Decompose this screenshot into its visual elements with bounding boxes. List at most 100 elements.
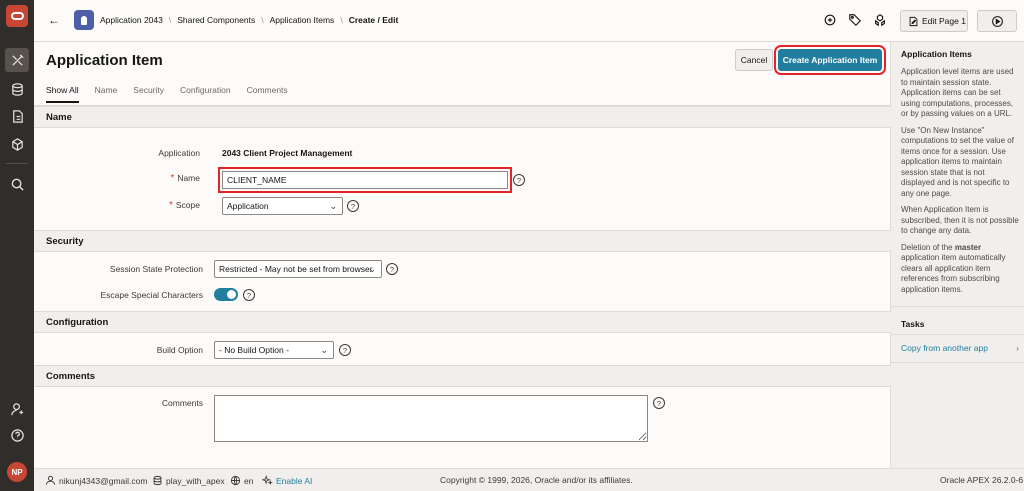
help-paragraph: When Application Item is subscribed, the…	[901, 205, 1019, 235]
scope-label-text: Scope	[175, 200, 200, 210]
section-heading-configuration: Configuration	[34, 311, 891, 333]
footer-workspace[interactable]: play_with_apex	[152, 475, 225, 486]
escape-special-characters-toggle[interactable]	[214, 288, 238, 301]
help-text-fragment: Deletion of the	[901, 242, 955, 252]
tasks-heading: Tasks	[901, 319, 925, 329]
sidebar-heading: Application Items	[901, 49, 972, 59]
breadcrumb-application-items[interactable]: Application Items	[270, 15, 335, 25]
tab-configuration[interactable]: Configuration	[180, 85, 231, 103]
required-marker: *	[168, 200, 173, 211]
footer-workspace-name: play_with_apex	[166, 475, 225, 486]
tab-comments[interactable]: Comments	[247, 85, 288, 103]
help-paragraph: Application level items are used to main…	[901, 67, 1014, 118]
build-option-label: Build Option	[156, 345, 203, 355]
comments-label: Comments	[161, 398, 203, 408]
gallery-icon[interactable]	[5, 132, 29, 156]
create-application-item-button[interactable]: Create Application Item	[774, 45, 886, 75]
comments-help-icon[interactable]: ?	[653, 397, 665, 409]
session-state-protection-label: Session State Protection	[109, 264, 203, 274]
task-link-label: Copy from another app	[901, 343, 988, 353]
name-label-text: Name	[177, 173, 200, 183]
enable-ai-link[interactable]: Enable AI	[262, 475, 312, 486]
top-bar: ← Application 2043 \ Shared Components \…	[34, 0, 1024, 42]
chevron-right-icon: ›	[1016, 343, 1019, 353]
name-input[interactable]	[218, 167, 512, 193]
tag-icon[interactable]	[847, 12, 863, 28]
oracle-logo-icon[interactable]	[6, 5, 28, 27]
build-option-value: - No Build Option -	[219, 345, 289, 355]
run-icon	[991, 15, 1003, 27]
main-panel: Application Item Cancel Create Applicati…	[34, 42, 891, 468]
session-state-protection-value: Restricted - May not be set from browser	[219, 264, 373, 274]
user-settings-icon[interactable]	[5, 397, 29, 421]
escape-help-icon[interactable]: ?	[243, 289, 255, 301]
tab-security[interactable]: Security	[133, 85, 164, 103]
chevron-down-icon: ⌄	[320, 345, 328, 355]
required-marker: *	[170, 173, 175, 184]
team-development-icon[interactable]	[5, 104, 29, 128]
build-option-help-icon[interactable]: ?	[339, 344, 351, 356]
cancel-button[interactable]: Cancel	[735, 49, 773, 71]
sidebar-divider	[891, 334, 1024, 335]
chevron-down-icon: ⌄	[368, 264, 376, 274]
breadcrumb-current: Create / Edit	[348, 15, 399, 25]
help-text-fragment: application item automatically clears al…	[901, 253, 1006, 294]
session-state-protection-select[interactable]: Restricted - May not be set from browser…	[214, 260, 382, 278]
scope-select-value: Application	[227, 201, 269, 211]
app-builder-icon[interactable]	[5, 48, 29, 72]
help-icon[interactable]	[5, 423, 29, 447]
name-help-icon[interactable]: ?	[513, 174, 525, 186]
footer-email: nikunj4343@gmail.com	[59, 475, 148, 486]
footer-copyright: Copyright © 1999, 2026, Oracle and/or it…	[440, 475, 633, 485]
comments-textarea[interactable]	[214, 395, 648, 442]
tab-show-all[interactable]: Show All	[46, 85, 79, 103]
page-title: Application Item	[46, 52, 163, 69]
breadcrumb: Application 2043 \ Shared Components \ A…	[100, 15, 398, 25]
avatar[interactable]: NP	[7, 462, 27, 482]
scope-label: * Scope	[169, 200, 200, 211]
help-paragraph: Deletion of the master application item …	[901, 243, 1019, 296]
rail-divider	[6, 163, 28, 164]
sql-workshop-icon[interactable]	[5, 77, 29, 101]
sidebar-help-text: Application level items are used to main…	[901, 67, 1019, 301]
footer-user[interactable]: nikunj4343@gmail.com	[45, 475, 147, 486]
scope-help-icon[interactable]: ?	[347, 200, 359, 212]
tab-name[interactable]: Name	[95, 85, 118, 103]
breadcrumb-application[interactable]: Application 2043	[100, 15, 163, 25]
footer: nikunj4343@gmail.com play_with_apex en E…	[34, 468, 1024, 491]
feedback-icon[interactable]	[822, 12, 838, 28]
app-icon[interactable]	[74, 10, 94, 30]
help-sidebar: Application Items Application level item…	[891, 42, 1024, 468]
workspace-icon	[153, 475, 162, 486]
shared-components-icon[interactable]	[872, 12, 888, 28]
tab-bar: Show All Name Security Configuration Com…	[46, 85, 304, 103]
escape-special-characters-label: Escape Special Characters	[100, 290, 203, 300]
breadcrumb-shared-components[interactable]: Shared Components	[177, 15, 255, 25]
scope-select[interactable]: Application ⌄	[222, 197, 343, 215]
copy-from-another-app-link[interactable]: Copy from another app ›	[901, 343, 1019, 353]
edit-page-label: Edit Page 1	[922, 16, 966, 26]
footer-language-code: en	[244, 475, 254, 486]
breadcrumb-separator: \	[261, 15, 264, 25]
build-option-select[interactable]: - No Build Option - ⌄	[214, 341, 334, 359]
breadcrumb-separator: \	[340, 15, 343, 25]
user-icon	[45, 475, 56, 485]
edit-page-icon	[909, 16, 918, 26]
search-icon[interactable]	[5, 172, 29, 196]
chevron-down-icon: ⌄	[329, 201, 337, 211]
footer-language[interactable]: en	[230, 475, 253, 486]
enable-ai-label: Enable AI	[276, 475, 313, 486]
application-label: Application	[158, 148, 200, 158]
section-heading-comments: Comments	[34, 365, 891, 387]
sidebar-divider	[891, 362, 1024, 363]
ssp-help-icon[interactable]: ?	[386, 263, 398, 275]
edit-page-button[interactable]: Edit Page 1	[900, 10, 968, 32]
sidebar-divider	[891, 306, 1024, 307]
sparkle-icon	[262, 475, 273, 485]
application-value: 2043 Client Project Management	[222, 148, 353, 158]
help-paragraph: Use "On New Instance" computations to se…	[901, 125, 1014, 198]
footer-version: Oracle APEX 26.2.0-6	[940, 475, 1024, 485]
run-page-button[interactable]	[977, 10, 1017, 32]
breadcrumb-separator: \	[168, 15, 172, 25]
back-arrow-icon[interactable]: ←	[48, 13, 64, 29]
